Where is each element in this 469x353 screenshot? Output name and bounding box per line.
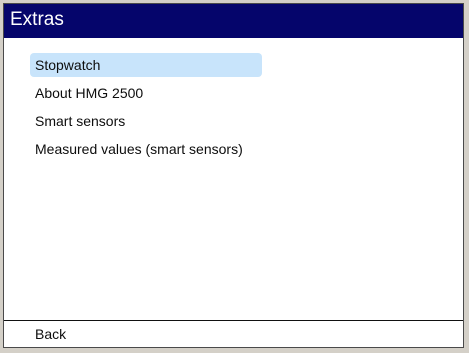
- page-title: Extras: [10, 9, 64, 30]
- menu-item-about-hmg-2500[interactable]: About HMG 2500: [30, 81, 262, 105]
- device-screen: Extras Stopwatch About HMG 2500 Smart se…: [3, 3, 464, 348]
- menu-item-measured-values-smart-sensors[interactable]: Measured values (smart sensors): [30, 137, 262, 161]
- extras-menu: Stopwatch About HMG 2500 Smart sensors M…: [30, 53, 262, 165]
- title-bar: Extras: [4, 4, 463, 38]
- menu-item-smart-sensors[interactable]: Smart sensors: [30, 109, 262, 133]
- footer-divider: [4, 320, 463, 321]
- back-button[interactable]: Back: [35, 324, 66, 344]
- menu-item-stopwatch[interactable]: Stopwatch: [30, 53, 262, 77]
